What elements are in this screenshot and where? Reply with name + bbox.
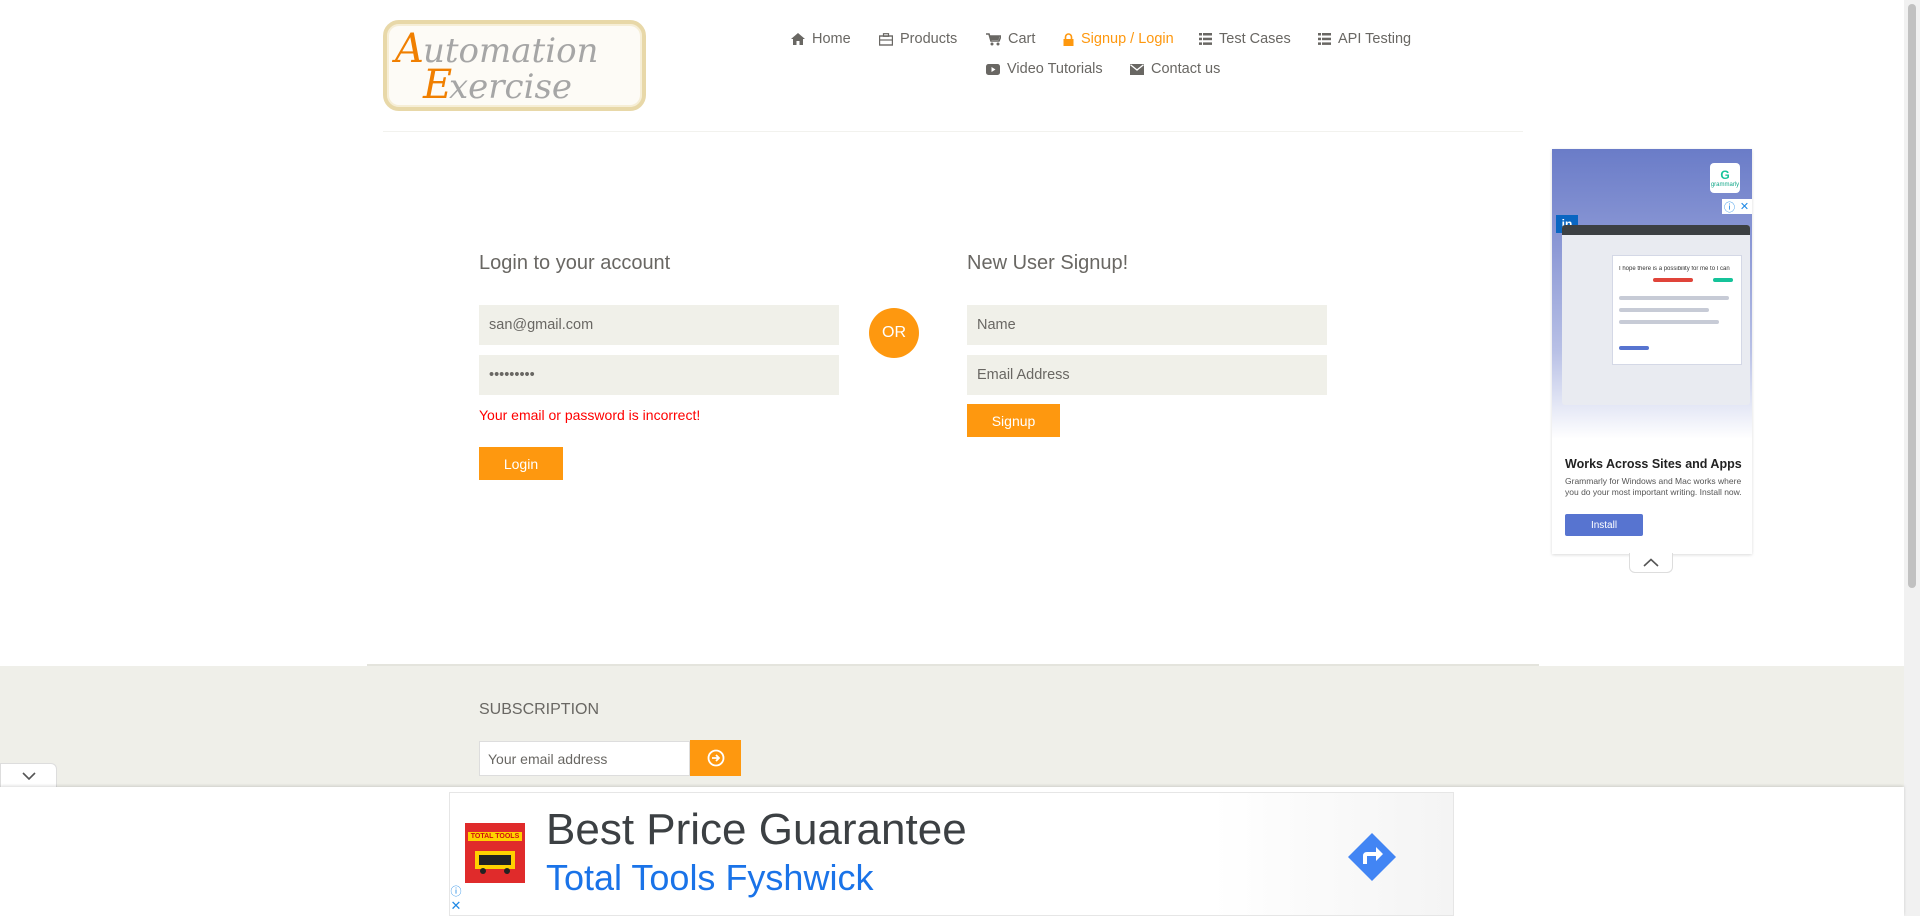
nav-video-tutorials-label: Video Tutorials bbox=[1007, 61, 1103, 77]
or-divider: OR bbox=[869, 308, 919, 358]
logo-word2-rest: xercise bbox=[449, 67, 572, 107]
nav-test-cases-label: Test Cases bbox=[1219, 31, 1291, 47]
svg-text:E: E bbox=[422, 62, 452, 107]
login-title: Login to your account bbox=[479, 252, 671, 274]
side-advertisement[interactable]: Ggrammarly ⓘ ✕ in I hope there is a poss… bbox=[1552, 149, 1752, 554]
login-password-input[interactable] bbox=[479, 355, 839, 395]
anchor-ad-advertiser[interactable]: Total Tools Fyshwick bbox=[546, 857, 873, 899]
anchor-ad-toggle[interactable] bbox=[0, 763, 57, 787]
nav-home[interactable]: Home bbox=[791, 31, 851, 47]
login-error-message: Your email or password is incorrect! bbox=[479, 407, 701, 423]
nav-products[interactable]: Products bbox=[879, 31, 957, 47]
nav-contact-us-label: Contact us bbox=[1151, 61, 1221, 77]
nav-test-cases[interactable]: Test Cases bbox=[1199, 31, 1291, 47]
list-icon bbox=[1318, 33, 1331, 45]
nav-api-testing[interactable]: API Testing bbox=[1318, 31, 1411, 47]
nav-contact-us[interactable]: Contact us bbox=[1130, 61, 1220, 77]
home-icon bbox=[791, 33, 805, 45]
anchor-advertisement[interactable]: TOTAL TOOLS Best Price Guarantee Total T… bbox=[449, 792, 1454, 916]
anchor-ad-headline: Best Price Guarantee bbox=[546, 805, 967, 854]
footer-divider bbox=[367, 664, 1539, 666]
nav-home-label: Home bbox=[812, 31, 851, 47]
nav-video-tutorials[interactable]: Video Tutorials bbox=[986, 61, 1103, 77]
login-button[interactable]: Login bbox=[479, 447, 563, 480]
subscribe-button[interactable] bbox=[690, 740, 741, 776]
cart-icon bbox=[986, 32, 1001, 45]
nav-signup-login[interactable]: Signup / Login bbox=[1063, 31, 1174, 47]
ad-choices[interactable]: ⓘ ✕ bbox=[1722, 199, 1752, 214]
subscription-email-input[interactable] bbox=[479, 741, 690, 776]
ad-headline: Works Across Sites and Apps bbox=[1565, 457, 1742, 471]
ad-thumb-text: TOTAL TOOLS bbox=[467, 831, 523, 841]
ad-install-button[interactable]: Install bbox=[1565, 514, 1643, 536]
nav-cart[interactable]: Cart bbox=[986, 31, 1035, 47]
briefcase-icon bbox=[879, 32, 893, 46]
directions-arrow-icon[interactable] bbox=[1346, 831, 1398, 883]
youtube-play-icon bbox=[986, 63, 1000, 75]
arrow-circle-right-icon bbox=[707, 749, 724, 767]
signup-name-input[interactable] bbox=[967, 305, 1327, 345]
signup-title: New User Signup! bbox=[967, 252, 1129, 274]
logo-wordmark: A utomation E xercise bbox=[391, 26, 598, 107]
nav-api-testing-label: API Testing bbox=[1338, 31, 1412, 47]
ad-mock-screenshot: I hope there is a possibility for me to … bbox=[1562, 225, 1750, 405]
envelope-icon bbox=[1130, 63, 1144, 75]
header-divider bbox=[383, 131, 1523, 132]
login-email-input[interactable] bbox=[479, 305, 839, 345]
ad-close-icon[interactable]: ✕ bbox=[1737, 199, 1752, 214]
anchor-ad-info-icon[interactable]: ⓘ bbox=[449, 884, 463, 898]
grammarly-logo: Ggrammarly bbox=[1710, 163, 1740, 193]
ad-image: Ggrammarly ⓘ ✕ in I hope there is a poss… bbox=[1552, 149, 1752, 439]
subscription-title: SUBSCRIPTION bbox=[479, 701, 600, 718]
signup-button[interactable]: Signup bbox=[967, 404, 1060, 437]
chevron-up-icon bbox=[1643, 558, 1659, 567]
ad-product-thumbnail: TOTAL TOOLS bbox=[465, 823, 525, 883]
site-logo[interactable]: A utomation E xercise bbox=[383, 20, 646, 111]
anchor-ad-close-icon[interactable]: ✕ bbox=[449, 898, 463, 913]
ad-info-icon[interactable]: ⓘ bbox=[1722, 199, 1737, 214]
nav-cart-label: Cart bbox=[1008, 31, 1036, 47]
scrollbar-thumb[interactable] bbox=[1908, 4, 1916, 588]
ad-mock-text: I hope there is a possibility for me to … bbox=[1619, 266, 1730, 272]
lock-icon bbox=[1063, 32, 1074, 46]
list-icon bbox=[1199, 33, 1212, 45]
nav-products-label: Products bbox=[900, 31, 958, 47]
side-ad-collapse-button[interactable] bbox=[1629, 553, 1673, 573]
signup-email-input[interactable] bbox=[967, 355, 1327, 395]
svg-text:A: A bbox=[391, 26, 424, 72]
nav-signup-login-label: Signup / Login bbox=[1081, 31, 1174, 47]
ad-description: Grammarly for Windows and Mac works wher… bbox=[1565, 476, 1742, 497]
chevron-down-icon bbox=[21, 771, 36, 780]
ad-brand-name: grammarly bbox=[1710, 182, 1740, 188]
page-scrollbar[interactable] bbox=[1904, 0, 1920, 916]
